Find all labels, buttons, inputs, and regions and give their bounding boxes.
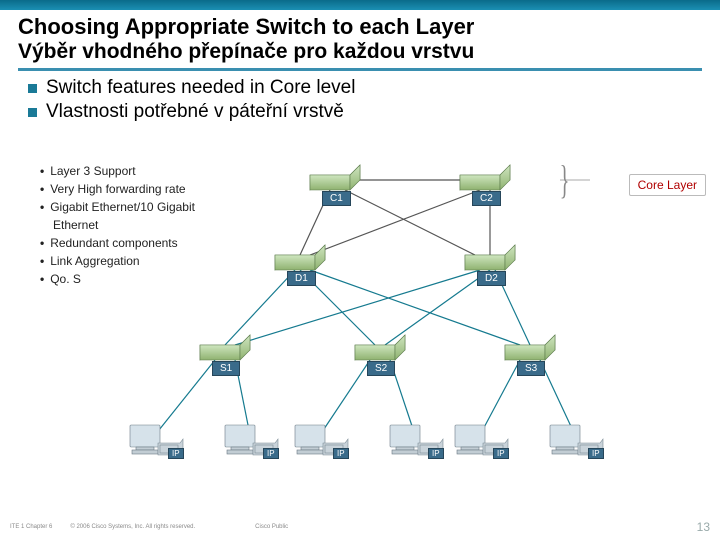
core-layer-callout: Core Layer (629, 174, 706, 196)
switch-icon (310, 165, 360, 190)
bullet-text-cs: Vlastnosti potřebné v páteřní vrstvě (46, 101, 344, 123)
bullet-square-icon (28, 84, 37, 93)
label-d1: D1 (287, 271, 316, 286)
label-d2: D2 (477, 271, 506, 286)
footer-right: Cisco Public (255, 524, 288, 530)
title-block: Choosing Appropriate Switch to each Laye… (0, 10, 720, 66)
brace-icon: } (560, 156, 570, 203)
label-ip: IP (428, 448, 444, 459)
label-c1: C1 (322, 191, 351, 206)
switch-icon (505, 335, 555, 360)
footer-left: ITE 1 Chapter 6 (10, 524, 52, 530)
bullet-row: Switch features needed in Core level (28, 77, 698, 99)
topology-svg (0, 150, 720, 500)
title-english: Choosing Appropriate Switch to each Laye… (18, 14, 702, 40)
label-s1: S1 (212, 361, 240, 376)
title-underline (18, 68, 702, 71)
bullet-row: Vlastnosti potřebné v páteřní vrstvě (28, 101, 698, 123)
page-number: 13 (697, 520, 710, 534)
main-bullet-list: Switch features needed in Core level Vla… (0, 77, 720, 123)
switch-icon (275, 245, 325, 270)
bullet-square-icon (28, 108, 37, 117)
bullet-text-en: Switch features needed in Core level (46, 77, 355, 99)
label-ip: IP (333, 448, 349, 459)
title-czech: Výběr vhodného přepínače pro každou vrst… (18, 40, 702, 64)
label-ip: IP (493, 448, 509, 459)
footer-copyright: © 2006 Cisco Systems, Inc. All rights re… (70, 524, 195, 530)
network-diagram: •Layer 3 Support •Very High forwarding r… (0, 150, 720, 500)
label-ip: IP (168, 448, 184, 459)
switch-icon (200, 335, 250, 360)
label-ip: IP (263, 448, 279, 459)
switch-icon (460, 165, 510, 190)
label-ip: IP (588, 448, 604, 459)
top-accent-bar (0, 0, 720, 10)
switch-icon (355, 335, 405, 360)
label-s2: S2 (367, 361, 395, 376)
slide-footer: ITE 1 Chapter 6 © 2006 Cisco Systems, In… (0, 520, 720, 534)
label-s3: S3 (517, 361, 545, 376)
label-c2: C2 (472, 191, 501, 206)
